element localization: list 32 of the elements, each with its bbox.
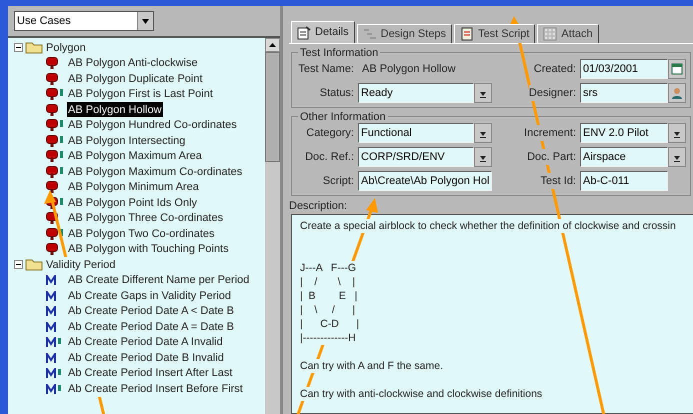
tab[interactable]: Test Script — [454, 24, 536, 43]
tree-item[interactable]: AB Polygon Hundred Co-ordinates — [67, 117, 238, 134]
text-field[interactable]: 01/03/2001 — [580, 59, 668, 79]
tree-item[interactable]: Ab Create Period Insert Before First — [67, 380, 244, 397]
tab[interactable]: Attach — [537, 24, 599, 43]
dropdown-field[interactable]: Ready — [358, 83, 474, 103]
tree-folder[interactable]: Validity Period — [46, 256, 116, 273]
tree-item[interactable]: AB Polygon Anti-clockwise — [67, 55, 199, 72]
text-field[interactable]: Ab\Create\Ab Polygon Hol — [358, 171, 492, 191]
tree-item[interactable]: AB Polygon Minimum Area — [67, 179, 200, 196]
dropdown-field[interactable]: ENV 2.0 Pilot — [580, 123, 668, 143]
tree-item[interactable]: AB Polygon First is Last Point — [67, 86, 214, 102]
tree-item[interactable]: AB Create Different Name per Period — [67, 272, 250, 288]
field-label: Designer: — [528, 84, 576, 102]
tree-item[interactable]: AB Polygon Maximum Area — [67, 148, 203, 164]
description-label: Description: — [289, 198, 348, 212]
field-label: Increment: — [524, 124, 576, 142]
field-label: Doc. Part: — [527, 148, 576, 166]
tree-item[interactable]: Ab Create Period Date A < Date B — [67, 303, 236, 320]
dropdown-field[interactable]: Airspace — [580, 147, 668, 167]
tree-item[interactable]: AB Polygon with Touching Points — [67, 241, 230, 258]
text-field[interactable]: Ab-C-011 — [580, 171, 668, 191]
field-label: Test Id: — [540, 172, 576, 190]
dropdown-field[interactable]: Functional — [358, 123, 474, 143]
tab[interactable]: Design Steps — [356, 24, 452, 43]
text-field[interactable]: srs — [580, 83, 668, 103]
tree-item[interactable]: AB Polygon Three Co-ordinates — [67, 210, 224, 226]
view-dropdown[interactable]: Use Cases — [14, 11, 154, 31]
tree-item[interactable]: Ab Create Period Date A Invalid — [67, 334, 224, 350]
dropdown-field[interactable]: CORP/SRD/ENV — [358, 147, 474, 167]
tree-item[interactable]: Ab Create Period Insert After Last — [67, 365, 234, 382]
tab[interactable]: Details — [291, 21, 355, 43]
